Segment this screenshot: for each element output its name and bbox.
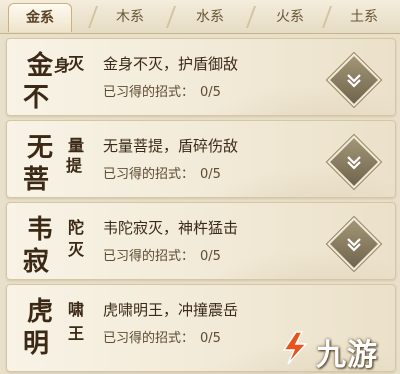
emblem-char: 陀 [65,219,84,235]
skill-name: 无量菩提，盾碎伤敌 [103,137,239,155]
jiuyou-watermark: 九游 [276,326,396,373]
element-tab-bar: 金系 木系 水系 火系 土系 [0,0,400,34]
skill-emblem: 虎 啸 明 王 [21,289,91,359]
learned-moves-count: 0/5 [200,85,221,100]
skill-card[interactable]: 韦 陀 寂 灭 韦陀寂灭，神杵猛击 已习得的招式： 0/5 [6,202,396,280]
tab-earth[interactable]: 土系 [334,3,394,31]
jiuyou-logo-icon [282,331,308,365]
skill-emblem: 金 身 不 灭 [21,43,91,113]
skill-name: 金身不灭，护盾御敌 [103,55,239,73]
expand-button[interactable] [327,217,381,271]
learned-moves-label: 已习得的招式： [103,85,195,100]
skill-name: 虎啸明王，冲撞震岳 [103,301,239,319]
tab-fire[interactable]: 火系 [260,3,320,31]
emblem-char: 啸 [65,301,84,317]
emblem-char: 寂 [23,247,50,277]
expand-button[interactable] [327,53,381,107]
tab-wood[interactable]: 木系 [100,3,160,31]
learned-moves-label: 已习得的招式： [103,249,195,264]
learned-moves: 已习得的招式： 0/5 [103,81,221,100]
learned-moves: 已习得的招式： 0/5 [103,327,221,346]
emblem-char: 提 [63,157,82,173]
skill-card[interactable]: 无 量 菩 提 无量菩提，盾碎伤敌 已习得的招式： 0/5 [6,120,396,198]
emblem-char: 不 [23,83,50,113]
emblem-char: 王 [65,325,84,341]
tab-metal[interactable]: 金系 [8,3,72,32]
emblem-char: 灭 [65,55,84,71]
skill-emblem: 无 量 菩 提 [21,125,91,195]
learned-moves-count: 0/5 [200,249,221,264]
learned-moves-count: 0/5 [200,331,221,346]
skill-emblem: 韦 陀 寂 灭 [21,207,91,277]
skill-name: 韦陀寂灭，神杵猛击 [103,219,239,237]
learned-moves: 已习得的招式： 0/5 [103,163,221,182]
learned-moves: 已习得的招式： 0/5 [103,245,221,264]
chevron-down-icon [347,238,361,252]
learned-moves-count: 0/5 [200,167,221,182]
emblem-char: 菩 [23,165,50,195]
emblem-char: 灭 [65,241,84,257]
emblem-char: 明 [23,329,50,359]
learned-moves-label: 已习得的招式： [103,331,195,346]
chevron-down-icon [347,74,361,88]
expand-button[interactable] [327,135,381,189]
tab-water[interactable]: 水系 [180,3,240,31]
chevron-down-icon [347,156,361,170]
learned-moves-label: 已习得的招式： [103,167,195,182]
skill-card[interactable]: 金 身 不 灭 金身不灭，护盾御敌 已习得的招式： 0/5 [6,38,396,116]
watermark-text: 九游 [316,338,378,373]
emblem-char: 量 [65,137,84,153]
